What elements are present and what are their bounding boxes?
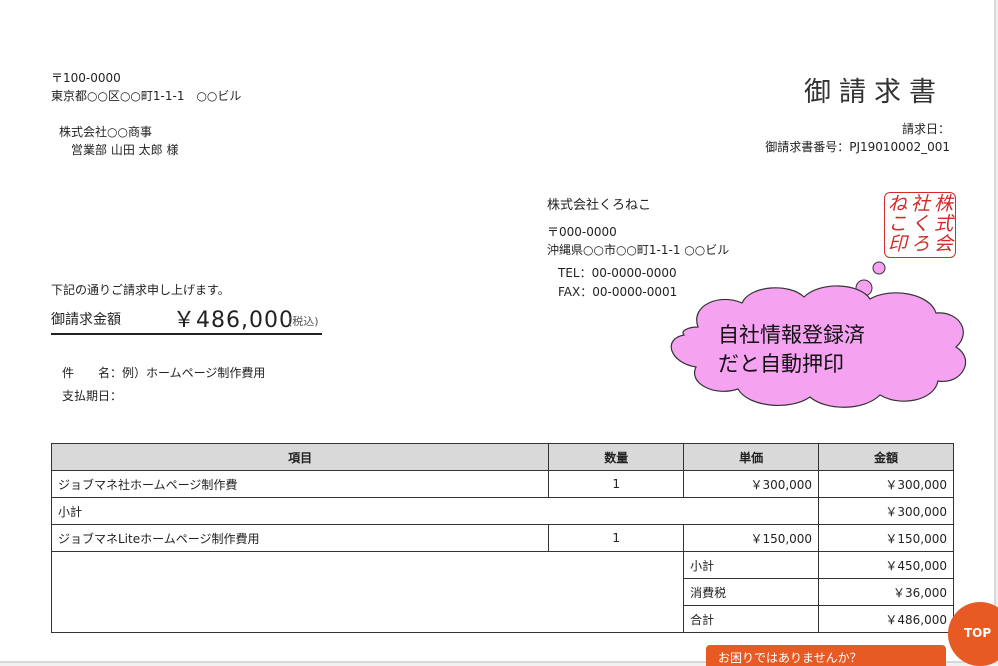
invoice-items-table: 項目 数量 単価 金額 ジョブマネ社ホームページ制作費 1 ￥300,000 ￥…	[50, 443, 954, 633]
total-amount-box: 御請求金額 ￥486,000 (税込)	[51, 303, 322, 335]
item-unit-price: ￥300,000	[683, 470, 820, 498]
scroll-top-label[interactable]: TOP	[964, 626, 991, 640]
header-item: 項目	[50, 443, 550, 471]
recipient-postal: 〒100-0000	[51, 71, 121, 85]
table-header-row: 項目 数量 単価 金額	[50, 443, 954, 471]
help-chat-label[interactable]: お困りではありませんか？	[718, 649, 862, 666]
seal-char: 社	[910, 193, 930, 215]
item-unit-price: ￥150,000	[683, 524, 820, 552]
summary-value: ￥450,000	[818, 551, 954, 579]
seal-char: 株	[933, 193, 953, 215]
seal-char: ろ	[910, 233, 930, 255]
summary-label: 消費税	[683, 578, 820, 606]
issuer-postal: 〒000-0000	[547, 225, 617, 239]
table-row: ジョブマネ社ホームページ制作費 1 ￥300,000 ￥300,000	[50, 470, 954, 498]
seal-char: こ	[887, 213, 907, 235]
subtotal-label: 小計	[50, 497, 820, 525]
item-amount: ￥150,000	[818, 524, 954, 552]
table-row-subtotal: 小計 ￥300,000	[50, 497, 954, 525]
total-amount-value: ￥486,000	[173, 308, 294, 333]
recipient-company: 株式会社○○商事	[59, 125, 152, 139]
seal-char: ね	[887, 193, 907, 215]
item-amount: ￥300,000	[818, 470, 954, 498]
item-name: ジョブマネLiteホームページ制作費用	[50, 524, 550, 552]
due-date-line: 支払期日：	[62, 389, 123, 403]
invoice-page: 〒100-0000 東京都○○区○○町1-1-1 ○○ビル 株式会社○○商事 営…	[0, 0, 996, 663]
seal-char: 式	[933, 213, 953, 235]
callout-line-1: 自社情報登録済	[718, 323, 865, 347]
subject-line: 件 名：例）ホームページ制作費用	[62, 366, 266, 380]
company-seal-stamp: 株 式 会 社 く ろ ね こ 印	[884, 192, 956, 258]
seal-char: 印	[887, 233, 907, 255]
tax-included-note: (税込)	[288, 315, 319, 328]
summary-row-subtotal: 小計 ￥450,000	[50, 551, 954, 633]
summary-value: ￥486,000	[818, 605, 954, 633]
invoice-number: 御請求書番号：PJ19010002_001	[765, 140, 950, 154]
header-unit-price: 単価	[683, 443, 820, 471]
item-qty: 1	[548, 524, 685, 552]
header-amount: 金額	[818, 443, 954, 471]
invoice-date-label: 請求日：	[901, 122, 950, 136]
callout-line-2: だと自動押印	[718, 352, 844, 376]
item-name: ジョブマネ社ホームページ制作費	[50, 470, 550, 498]
document-title: 御請求書	[804, 77, 944, 108]
item-qty: 1	[548, 470, 685, 498]
issuer-company: 株式会社くろねこ	[547, 198, 652, 213]
recipient-person: 営業部 山田 太郎 様	[71, 143, 179, 157]
summary-label: 合計	[683, 605, 820, 633]
seal-char: く	[910, 213, 930, 235]
callout-text: 自社情報登録済 だと自動押印	[718, 321, 865, 379]
summary-label: 小計	[683, 551, 820, 579]
subtotal-amount: ￥300,000	[818, 497, 954, 525]
recipient-address: 東京都○○区○○町1-1-1 ○○ビル	[51, 89, 242, 103]
intro-text: 下記の通りご請求申し上げます。	[51, 283, 230, 297]
help-chat-bar[interactable]: お困りではありませんか？	[706, 645, 946, 666]
seal-char: 会	[933, 233, 953, 255]
table-row: ジョブマネLiteホームページ制作費用 1 ￥150,000 ￥150,000	[50, 524, 954, 552]
summary-blank	[50, 551, 685, 633]
total-amount-label: 御請求金額	[51, 312, 121, 328]
summary-value: ￥36,000	[818, 578, 954, 606]
header-qty: 数量	[548, 443, 685, 471]
